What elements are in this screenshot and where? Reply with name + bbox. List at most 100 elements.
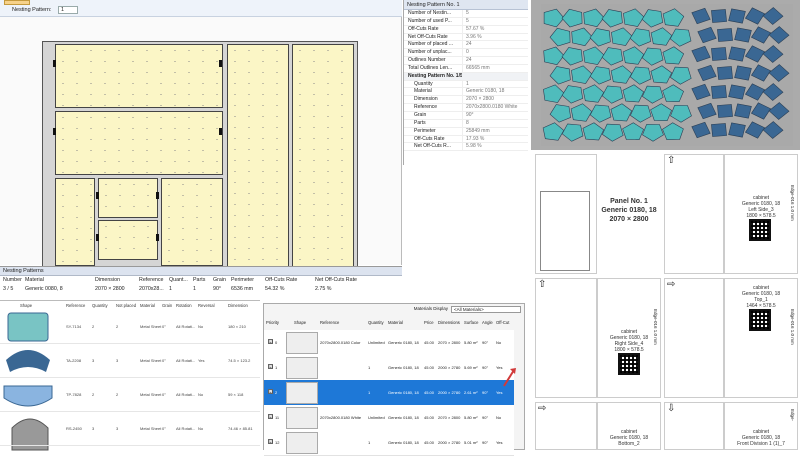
cell: 2000 × 2780 (438, 365, 461, 370)
property-row[interactable]: Parts 8 (404, 119, 528, 128)
part-left-side[interactable] (227, 44, 289, 270)
property-row[interactable]: Net Off-Cuts Rate 3.96 % (404, 33, 528, 42)
part-drawer-2[interactable] (98, 220, 158, 260)
nested-part[interactable] (711, 47, 727, 61)
nesting-canvas[interactable] (0, 17, 402, 270)
property-row[interactable]: Off-Cuts Rate 17.93 % (404, 135, 528, 144)
materials-display-select[interactable]: <All Materials> (451, 306, 521, 313)
nested-part[interactable] (711, 9, 727, 23)
property-row[interactable]: Off-Cuts Rate 57.67 % (404, 25, 528, 34)
property-row[interactable]: Number of unplac... 0 (404, 49, 528, 58)
nesting-pattern-selector[interactable]: 1 (58, 6, 78, 14)
nested-part[interactable] (728, 84, 746, 100)
part-right-side[interactable] (292, 44, 354, 270)
property-row[interactable]: Total Outlines Len... 66565 mm (404, 64, 528, 73)
nesting-pattern-row[interactable]: 3 / 5 Generic 0080, 8 2070 × 2800 2070x28..… (0, 285, 402, 294)
table-row[interactable]: RS-2450 3 3 Metal Sheet 0° All Rotati... No 74.… (0, 412, 260, 446)
property-row[interactable]: Number of Nestin... 5 (404, 10, 528, 18)
column-header[interactable]: Priority (266, 320, 279, 325)
column-header[interactable]: Off-Cut (496, 320, 509, 325)
cell: 0° (162, 358, 166, 363)
priority-cell: 11 (275, 415, 280, 420)
property-row[interactable]: Net Off-Cuts R... 5.98 % (404, 143, 528, 152)
nested-part[interactable] (717, 104, 733, 118)
cell: 45.00 (424, 365, 435, 370)
table-row[interactable]: SY-7134 2 2 Metal Sheet 0° All Rotati... No 180… (0, 310, 260, 344)
cell: 90° (482, 415, 489, 420)
nested-part[interactable] (728, 46, 746, 62)
nested-part[interactable] (734, 27, 752, 43)
column-header[interactable]: Reversal (198, 301, 215, 310)
property-value: 5 (462, 17, 528, 25)
nested-part[interactable] (717, 66, 733, 80)
property-row[interactable]: Number of placed ... 24 (404, 41, 528, 50)
column-header[interactable]: Quantity (368, 320, 384, 325)
column-header[interactable]: Angle (482, 320, 493, 325)
table-row[interactable]: TP-7828 2 2 Metal Sheet 0° All Rotati... No 59 … (0, 378, 260, 412)
column-header[interactable]: Quantity (92, 301, 108, 310)
property-row[interactable]: Quantity 1 (404, 80, 528, 89)
row-checkbox[interactable]: ☑ (268, 439, 273, 444)
properties-header[interactable]: Nesting Pattern No. 1 (404, 0, 528, 10)
column-header[interactable]: Reference (320, 320, 339, 325)
column-header[interactable]: Price (424, 320, 434, 325)
column-header[interactable]: Dimension (228, 301, 248, 310)
material-row[interactable]: ☑ 11 2070x2800.0180 White Unlimited Generic … (264, 405, 514, 431)
part-shelf-1[interactable] (55, 44, 223, 108)
column-header[interactable]: Off-Cuts Rate (262, 276, 312, 285)
column-header[interactable]: Perimeter (228, 276, 262, 285)
nested-part[interactable] (711, 123, 727, 137)
nested-part[interactable] (717, 28, 733, 42)
row-checkbox[interactable]: ☑ (268, 389, 273, 394)
property-row[interactable]: Number of used P... 5 (404, 17, 528, 26)
nested-part[interactable] (711, 85, 727, 99)
column-header[interactable]: Quant... (166, 276, 190, 285)
material-row[interactable]: ☑ 0 2070x2800.0180 Color Unlimited Generic 0… (264, 330, 514, 356)
row-checkbox[interactable]: ☑ (268, 364, 273, 369)
part-drawer-1[interactable] (98, 178, 158, 218)
row-checkbox[interactable]: ☑ (268, 339, 273, 344)
nested-part[interactable] (734, 65, 752, 81)
ribbon-tab[interactable] (4, 0, 30, 5)
part-shelf-2[interactable] (55, 111, 223, 175)
material-row[interactable]: ☑ 12 1 Generic 0180, 18 45.00 2000 × 2780 5.01… (264, 430, 514, 456)
part-front-2[interactable] (161, 178, 223, 266)
column-header[interactable]: Shape (294, 320, 306, 325)
column-header[interactable]: Not placed (116, 301, 136, 310)
material-row[interactable]: ☑ 2 1 Generic 0180, 18 45.00 2000 × 2780 2.61 … (264, 380, 514, 406)
material-row[interactable]: ☑ 1 1 Generic 0180, 18 45.00 2000 × 2780 5.69 … (264, 355, 514, 381)
column-header[interactable]: Grain (210, 276, 228, 285)
property-row[interactable]: Material Generic 0180, 18 (404, 88, 528, 97)
column-header[interactable]: Surface (464, 320, 478, 325)
column-header[interactable]: Rotation (176, 301, 192, 310)
column-header[interactable]: Reference (66, 301, 85, 310)
property-row[interactable]: Reference 2070x2800.0180 White (404, 104, 528, 112)
property-row[interactable]: Grain 90° (404, 111, 528, 120)
table-row[interactable]: TA-2208 3 3 Metal Sheet 0° All Rotati... Yes 74… (0, 344, 260, 378)
column-header[interactable]: Material (140, 301, 155, 310)
cell: 5.80 m² (464, 340, 478, 345)
row-checkbox[interactable]: ☑ (268, 414, 273, 419)
properties-section[interactable]: Nesting Pattern No. 1/5 (404, 72, 528, 81)
cell: 3 / 5 (3, 286, 14, 292)
part-front-1[interactable] (55, 178, 95, 266)
column-header[interactable]: Shape (20, 301, 32, 310)
column-header[interactable]: Net Off-Cuts Rate (312, 276, 362, 285)
column-header[interactable]: Number (0, 276, 22, 285)
column-header[interactable]: Reference (136, 276, 166, 285)
property-row[interactable]: Perimeter 25849 mm (404, 127, 528, 136)
column-header[interactable]: Material (22, 276, 92, 285)
nested-part[interactable] (728, 8, 746, 24)
cell: 45.00 (424, 340, 435, 345)
cell: No (198, 324, 204, 329)
nested-part[interactable] (734, 103, 752, 119)
property-row[interactable]: Dimension 2070 × 2800 (404, 96, 528, 105)
column-header[interactable]: Dimension (92, 276, 136, 285)
material-thumbnail (286, 407, 318, 429)
property-row[interactable]: Outlines Number 24 (404, 57, 528, 65)
nested-part[interactable] (728, 122, 746, 138)
column-header[interactable]: Dimensions (438, 320, 460, 325)
column-header[interactable]: Grain (162, 301, 172, 310)
column-header[interactable]: Material (388, 320, 403, 325)
column-header[interactable]: Parts (190, 276, 210, 285)
